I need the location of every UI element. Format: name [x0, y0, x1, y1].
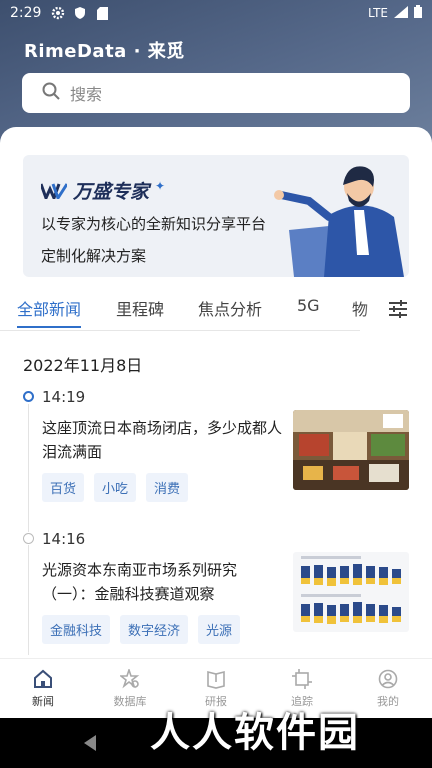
network-type: LTE — [368, 6, 388, 20]
news-tag[interactable]: 金融科技 — [42, 615, 111, 644]
news-thumbnail[interactable] — [293, 552, 409, 632]
search-placeholder: 搜索 — [70, 85, 103, 104]
banner-tagline: 以专家为核心的全新知识分享平台 — [41, 215, 267, 233]
presenter-illustration — [274, 166, 404, 277]
nav-label: 数据库 — [113, 695, 147, 708]
star-search-icon — [120, 669, 140, 689]
watermark: 人人软件园 — [150, 710, 360, 756]
timeline-line — [28, 545, 29, 655]
status-time: 2:29 — [10, 5, 42, 21]
shield-icon — [73, 6, 87, 20]
nav-label: 我的 — [377, 695, 399, 708]
tab-more[interactable]: 物 — [352, 296, 368, 320]
filter-button[interactable] — [378, 292, 418, 326]
sparkle-icon: ✦ — [155, 178, 166, 193]
news-time: 14:19 — [42, 388, 86, 406]
news-tags: 金融科技 数字经济 光源 — [42, 615, 241, 644]
tab-all-news[interactable]: 全部新闻 — [17, 296, 81, 320]
nav-news[interactable]: 新闻 — [13, 669, 73, 709]
news-tag[interactable]: 消费 — [146, 473, 189, 502]
news-tag[interactable]: 数字经济 — [120, 615, 189, 644]
banner-subline: 定制化解决方案 — [41, 247, 147, 265]
status-bar: 2:29 LTE — [0, 0, 432, 26]
sd-card-icon — [95, 6, 109, 20]
target-frame-icon — [292, 669, 312, 689]
news-title[interactable]: 这座顶流日本商场闭店，多少成都人泪流满面 — [42, 416, 282, 464]
tab-focus-analysis[interactable]: 焦点分析 — [198, 296, 262, 320]
sliders-icon — [389, 300, 407, 318]
battery-icon — [414, 5, 422, 21]
back-icon[interactable] — [82, 734, 98, 752]
tab-divider — [0, 330, 360, 331]
news-thumbnail[interactable] — [293, 410, 409, 490]
nav-profile[interactable]: 我的 — [358, 669, 418, 709]
tab-milestone[interactable]: 里程碑 — [116, 296, 164, 320]
brand-logo: RimeData · 来觅 — [24, 41, 185, 62]
nav-label: 新闻 — [32, 695, 54, 708]
promo-banner[interactable]: 万盛专家 ✦ 以专家为核心的全新知识分享平台 定制化解决方案 — [23, 155, 409, 277]
timeline-dot-active — [23, 391, 34, 402]
news-tags: 百货 小吃 消费 — [42, 473, 189, 502]
banner-logo-name: 万盛专家 — [73, 181, 150, 203]
news-title[interactable]: 光源资本东南亚市场系列研究（一）：金融科技赛道观察 — [42, 558, 282, 606]
w-logo-icon — [41, 182, 67, 199]
news-date: 2022年11月8日 — [23, 356, 143, 375]
news-tag[interactable]: 光源 — [198, 615, 241, 644]
active-tab-indicator — [17, 326, 81, 328]
book-icon — [207, 670, 225, 689]
news-tag[interactable]: 小吃 — [94, 473, 137, 502]
timeline-line — [28, 404, 29, 532]
search-icon — [42, 82, 60, 104]
home-icon — [34, 669, 52, 688]
search-bar[interactable]: 搜索 — [22, 73, 410, 113]
category-tabs: 全部新闻 里程碑 焦点分析 5G 物 — [0, 290, 432, 330]
news-tag[interactable]: 百货 — [42, 473, 85, 502]
signal-icon — [394, 5, 408, 21]
banner-logo: 万盛专家 ✦ — [41, 177, 165, 204]
tab-5g[interactable]: 5G — [297, 296, 320, 315]
news-time: 14:16 — [42, 530, 86, 548]
gear-icon — [51, 6, 65, 20]
timeline-dot — [23, 533, 34, 544]
user-icon — [378, 669, 398, 689]
